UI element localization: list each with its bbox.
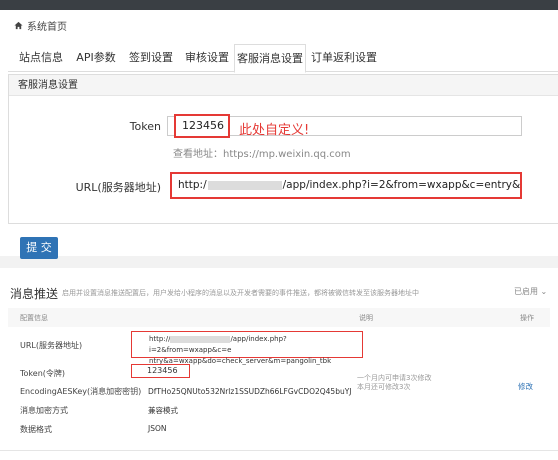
format-row-label: 数据格式 [20,425,52,434]
hint-text: 查看地址：https://mp.weixin.qq.com [173,149,351,160]
top-bar [0,0,558,10]
url-suffix: /app/index.php?i=2&from=wxapp&c=entry&a=… [282,179,521,191]
token-note: 此处自定义! [239,123,310,138]
config-table-header: 配置信息 说明 操作 [8,308,550,327]
settings-form: 客服消息设置 Token 123456 此处自定义! 查看地址：https://… [8,74,558,224]
chevron-down-icon: ⌄ [540,287,548,296]
format-row-value: JSON [148,424,167,433]
push-description: 启用并设置消息推送配置后，用户发给小程序的消息以及开发者需要的事件推送，都将被微… [62,289,419,297]
modify-note-line1: 一个月内可申请3次修改 [357,374,432,382]
token-input[interactable]: 123456 [174,114,230,138]
aes-row-label: EncodingAESKey(消息加密密钥) [20,387,142,396]
col-config: 配置信息 [20,314,48,322]
tab-bar: 站点信息 API参数 签到设置 审核设置 客服消息设置 订单返利设置 [8,44,558,73]
token-row-value: 123456 [131,364,190,378]
col-action: 操作 [520,314,534,322]
url-row-label: URL(服务器地址) [20,341,83,350]
message-push-panel: 消息推送 启用并设置消息推送配置后，用户发给小程序的消息以及开发者需要的事件推送… [0,268,558,460]
divider [0,450,558,451]
tab-site-info[interactable]: 站点信息 [12,44,70,72]
push-status-dropdown[interactable]: 已启用 ⌄ [514,286,547,297]
home-icon [14,21,23,30]
tab-order-rebate[interactable]: 订单返利设置 [306,44,382,72]
token-label: Token [129,120,161,133]
url-line1-prefix: http:// [149,335,171,343]
redacted-domain [207,180,282,190]
token-row-label: Token(令牌) [20,369,66,378]
section-header: 客服消息设置 [9,75,558,96]
breadcrumb-home: 系统首页 [27,22,67,33]
modify-note-line2: 本月还可修改3次 [357,383,411,391]
modify-note: 一个月内可申请3次修改 本月还可修改3次 [357,374,431,392]
col-note: 说明 [359,314,373,322]
settings-panel: 系统首页 站点信息 API参数 签到设置 审核设置 客服消息设置 订单返利设置 … [0,10,558,259]
edit-link[interactable]: 修改 [518,381,533,392]
tab-checkin-settings[interactable]: 签到设置 [122,44,180,72]
redacted-domain-2 [170,335,231,343]
tab-api-params[interactable]: API参数 [70,44,122,72]
encrypt-row-value: 兼容模式 [148,406,178,415]
url-input[interactable]: http:/ /app/index.php?i=2&from=wxapp&c=en… [170,172,522,199]
encrypt-row-label: 消息加密方式 [20,406,68,415]
url-row-value: http:///app/index.php?i=2&from=wxapp&c=e… [131,331,363,365]
submit-button[interactable]: 提 交 [20,237,58,259]
breadcrumb[interactable]: 系统首页 [14,18,67,33]
tab-review-settings[interactable]: 审核设置 [180,44,234,72]
push-title: 消息推送 [10,287,59,301]
url-prefix: http:/ [178,179,207,191]
tab-customer-service[interactable]: 客服消息设置 [234,44,306,73]
url-label: URL(服务器地址) [75,181,161,194]
push-status: 已启用 [514,287,538,296]
aes-row-value: DfTHo25QNUto532Nrlz1SSUDZh66LFGvCDO2Q45b… [148,387,352,396]
